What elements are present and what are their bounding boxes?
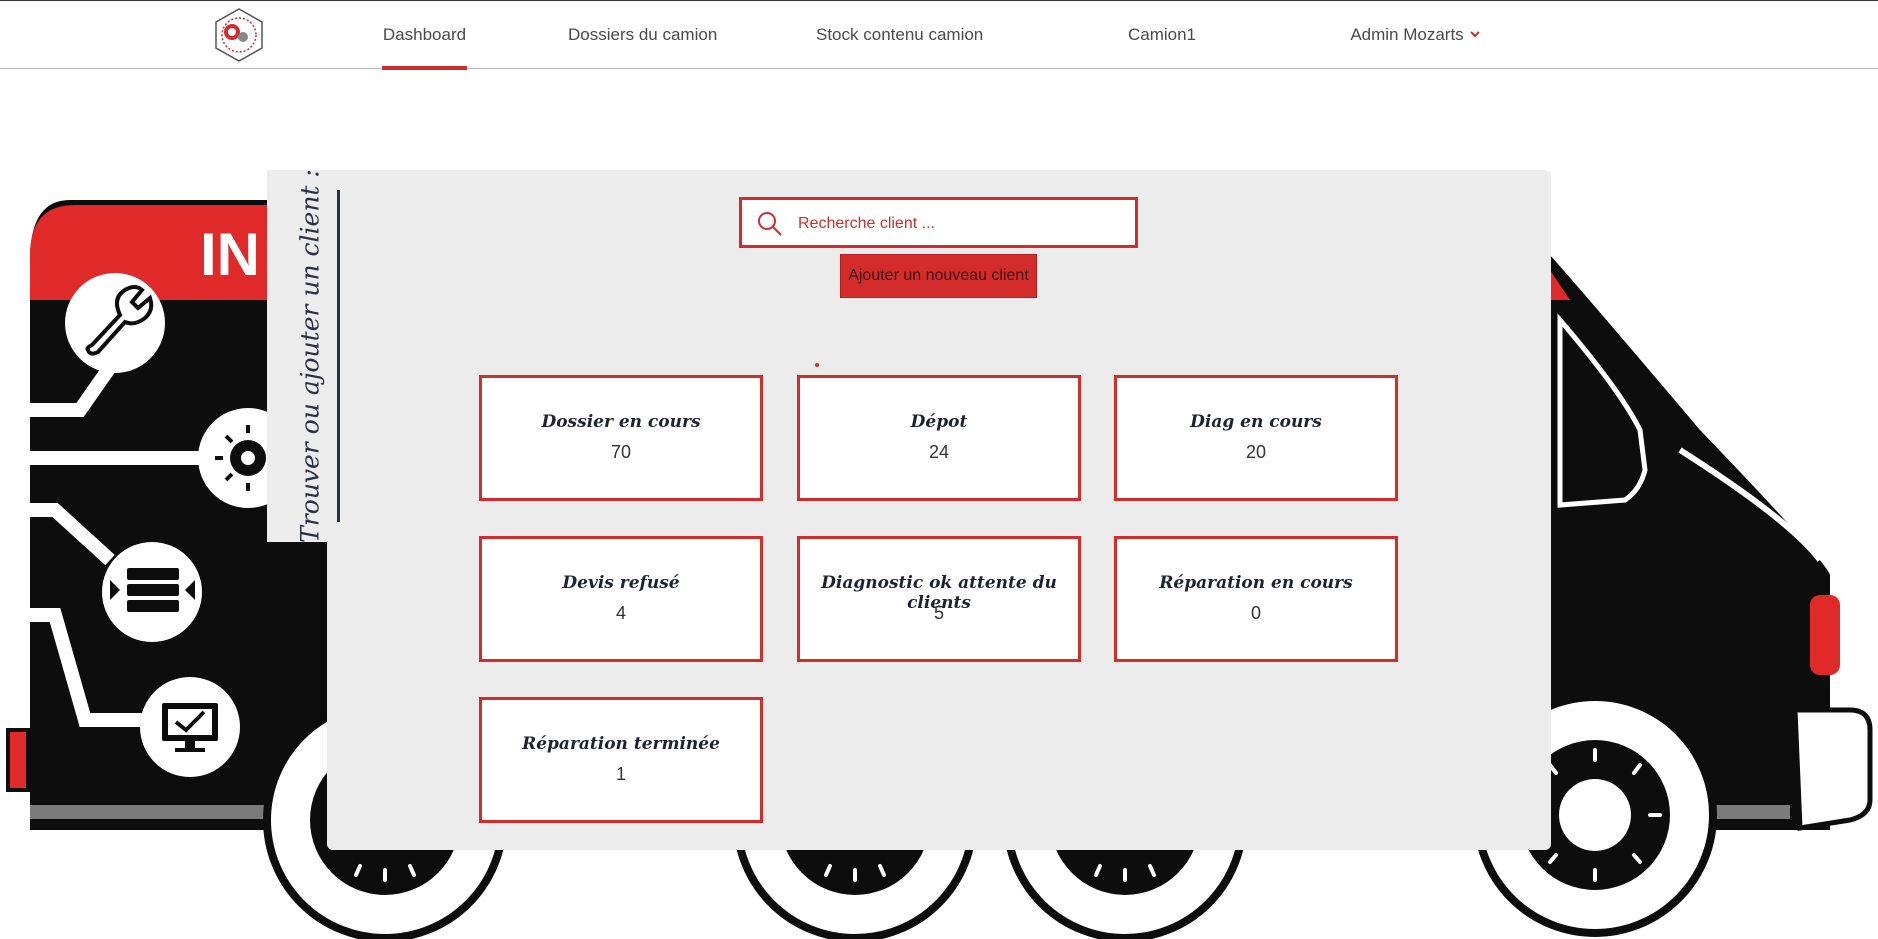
sidebar-title-wrap: Trouver ou ajouter un client : [283, 169, 340, 543]
card-label: Diag en cours [1190, 412, 1322, 432]
status-card-diag-en-cours[interactable]: Diag en cours 20 [1114, 375, 1398, 501]
nav-dashboard[interactable]: Dashboard [382, 1, 467, 70]
status-card-devis-refuse[interactable]: Devis refusé 4 [479, 536, 763, 662]
status-card-diagnostic-ok[interactable]: Diagnostic ok attente du clients 5 [797, 536, 1081, 662]
decorative-dot [815, 363, 819, 367]
chevron-down-icon [1469, 30, 1480, 37]
card-count: 5 [933, 603, 944, 623]
status-card-depot[interactable]: Dépot 24 [797, 375, 1081, 501]
card-count: 70 [610, 442, 632, 462]
search-box[interactable] [739, 197, 1138, 248]
top-navbar: Dashboard Dossiers du camion Stock conte… [0, 0, 1878, 70]
search-icon [758, 212, 782, 236]
card-label: Réparation terminée [522, 734, 720, 754]
card-count: 4 [615, 603, 626, 623]
add-client-button[interactable]: Ajouter un nouveau client [840, 254, 1037, 298]
card-count: 1 [615, 764, 626, 784]
company-logo[interactable] [211, 7, 267, 63]
card-label: Devis refusé [562, 573, 680, 593]
status-card-reparation-en-cours[interactable]: Réparation en cours 0 [1114, 536, 1398, 662]
status-card-dossier-en-cours[interactable]: Dossier en cours 70 [479, 375, 763, 501]
search-input[interactable] [796, 200, 1120, 247]
sidebar-title: Trouver ou ajouter un client : [295, 169, 325, 543]
card-count: 24 [928, 442, 950, 462]
card-label: Dépot [910, 412, 968, 432]
card-count: 0 [1250, 603, 1261, 623]
nav-camion[interactable]: Camion1 [1125, 1, 1199, 69]
card-label: Réparation en cours [1159, 573, 1353, 593]
admin-menu-label: Admin Mozarts [1350, 25, 1464, 44]
nav-dossiers-du-camion[interactable]: Dossiers du camion [568, 1, 717, 69]
nav-stock-contenu-camion[interactable]: Stock contenu camion [816, 1, 983, 69]
admin-menu[interactable]: Admin Mozarts [1350, 1, 1480, 69]
van-banner-text: IN [200, 221, 260, 288]
card-count: 20 [1245, 442, 1267, 462]
card-label: Dossier en cours [541, 412, 701, 432]
status-card-reparation-terminee[interactable]: Réparation terminée 1 [479, 697, 763, 823]
